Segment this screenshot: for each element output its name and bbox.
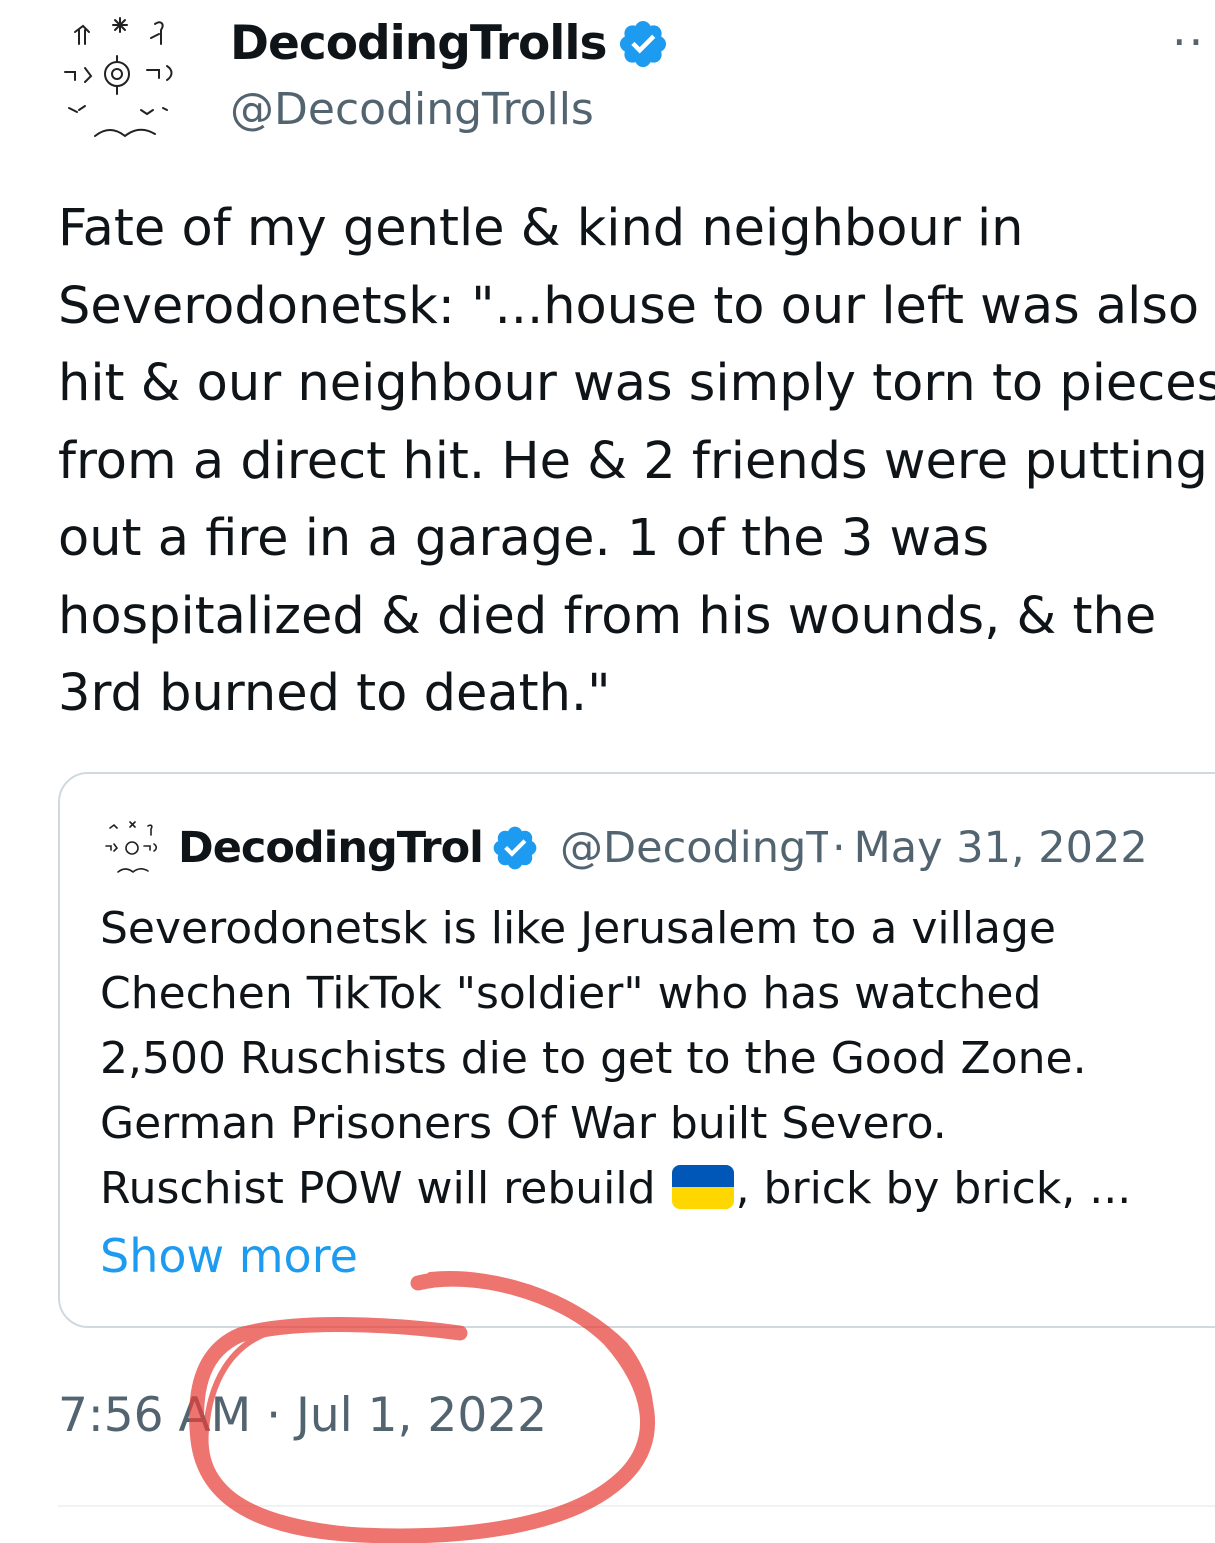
author-avatar[interactable] [55,12,200,144]
author-handle[interactable]: @DecodingTrolls [230,82,594,138]
divider [58,1505,1215,1507]
verified-badge-icon [493,826,537,870]
quoted-text-line: German Prisoners Of War built Severo. [100,1098,947,1149]
quoted-author-handle[interactable]: @DecodingTrolls [560,823,828,873]
quoted-text-line: Chechen TikTok "soldier" who has watched [100,968,1042,1019]
author-name-text[interactable]: DecodingTrolls [230,14,607,74]
tweet-text-line: hit & our neighbour was simply torn to p… [58,354,1215,413]
quoted-author-avatar [105,821,158,874]
tweet-text-line: Severodonetsk: "...house to our left was… [58,276,1200,336]
quoted-tweet-date[interactable]: May 31, 2022 [854,823,1148,873]
tweet-text-line: out a fire in a garage. 1 of the 3 was [58,509,990,568]
ukraine-flag-emoji [671,1165,734,1209]
show-more-link[interactable]: Show more [100,1224,358,1289]
header-separator: · [832,823,846,873]
quoted-text-segment: , brick by brick, ... [735,1163,1132,1214]
tweet-text-line: hospitalized & died from his wounds, & t… [58,586,1157,646]
more-options-icon[interactable]: ·· [1172,22,1215,62]
author-display-name[interactable]: DecodingTrolls [230,14,670,74]
quoted-text-line: Ruschist POW will rebuild , brick by bri… [100,1156,1210,1221]
quoted-tweet-header: DecodingTrolls @DecodingTrolls · May 31,… [178,818,1148,878]
tweet-text-line: 3rd burned to death." [58,664,611,723]
verified-badge-icon [620,20,667,68]
tweet-timestamp[interactable]: 7:56 AM · Jul 1, 2022 [58,1384,547,1448]
quoted-tweet-card[interactable]: DecodingTrolls @DecodingTrolls · May 31,… [58,772,1215,1328]
quoted-text-line: Severodonetsk is like Jerusalem to a vil… [100,903,1056,954]
quoted-tweet-text: Severodonetsk is like Jerusalem to a vil… [100,896,1210,1221]
quoted-text-line: 2,500 Ruschists die to get to the Good Z… [100,1033,1087,1084]
quoted-author-name[interactable]: DecodingTrolls [178,823,484,873]
tweet-text: Fate of my gentle & kind neighbour in Se… [58,190,1215,733]
tweet-text-line: from a direct hit. He & 2 friends were p… [58,431,1208,491]
tweet-text-line: Fate of my gentle & kind neighbour in [58,199,1024,258]
quoted-text-segment: Ruschist POW will rebuild [100,1163,656,1214]
